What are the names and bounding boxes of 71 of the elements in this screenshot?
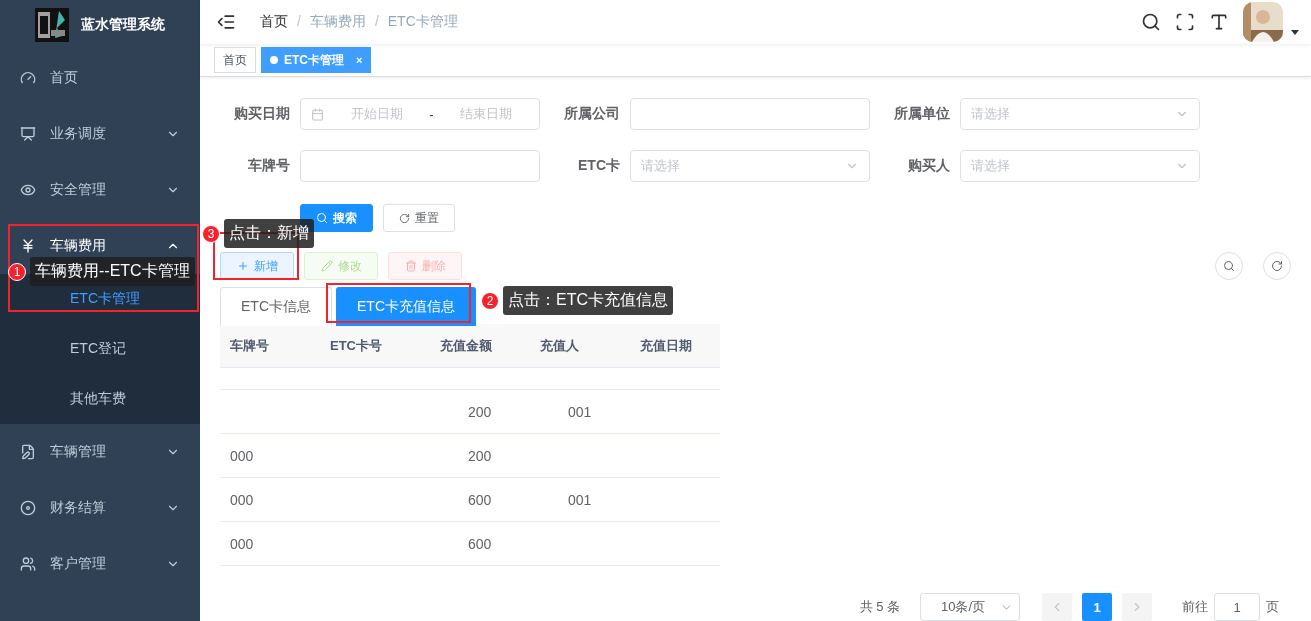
breadcrumb-link[interactable]: 首页 [260,13,288,31]
text-size-icon[interactable] [1209,12,1229,32]
app-title: 蓝水管理系统 [81,16,165,34]
column-header: 充值金额 [439,336,493,355]
table-cell-text: 200 [467,403,493,420]
pencil-icon [320,260,333,272]
field-label: 购买日期 [233,105,291,123]
table-cell-text: 001 [567,491,593,508]
monitor-icon [20,126,36,142]
yen-icon [20,238,36,254]
breadcrumb-separator: / [374,13,379,31]
reset-button[interactable]: 重置 [383,204,455,232]
calendar-icon [311,107,324,121]
menu-icon[interactable] [216,12,236,32]
step-number: 3 [202,224,220,243]
refresh-icon [399,212,410,224]
sidebar-subitem[interactable]: 其他车费 [0,374,200,424]
page-tag[interactable]: 首页 [214,47,256,73]
date-range-field[interactable]: 开始日期 - 结束日期 [300,98,540,130]
field-label: ETC卡 [577,157,621,175]
sidebar-item[interactable]: 安全管理 [0,162,200,218]
disc-icon [20,500,36,516]
sidebar-item[interactable]: 业务调度 [0,106,200,162]
column-header: 充值人 [539,336,580,355]
search-toggle-button[interactable] [1215,252,1243,280]
sidebar-subitem[interactable]: ETC登记 [0,324,200,374]
table-cell-text: 001 [567,403,593,420]
page-size-select[interactable]: 10条/页 [920,593,1020,621]
breadcrumb-separator: / [297,13,301,31]
field-label: 购买人 [907,157,951,175]
users-icon [20,556,36,572]
sidebar-item[interactable]: 财务结算 [0,480,200,536]
table-cell-text: 000 [229,491,255,508]
table-cell-text: 000 [229,447,255,464]
column-header: 车牌号 [229,336,270,355]
annotation-tooltip: 点击：ETC卡充值信息 [503,286,673,315]
refresh-icon [1271,260,1283,272]
total-count: 共 5 条 [859,598,900,616]
search-icon[interactable] [1141,12,1161,32]
annotation-tooltip: 点击：新增 [224,219,314,248]
page-suffix: 页 [1266,598,1279,616]
trash-icon [404,260,417,272]
search-icon [1223,260,1235,272]
annotation-tooltip: 车辆费用--ETC卡管理 [30,257,195,286]
column-header: ETC卡号 [329,336,383,355]
input-field[interactable] [300,150,540,182]
gauge-icon [20,70,36,86]
sidebar-item[interactable]: 车辆管理 [0,424,200,480]
file-icon [20,444,36,460]
plus-icon [236,260,249,272]
sidebar-item[interactable]: 客户管理 [0,536,200,592]
table-cell-text: 600 [467,491,493,508]
fullscreen-icon[interactable] [1175,12,1195,32]
eye-icon [20,182,36,198]
tab[interactable]: ETC卡信息 [220,287,332,326]
refresh-button[interactable] [1263,252,1291,280]
table-cell-text: 000 [229,535,255,552]
column-header: 充值日期 [639,336,693,355]
input-field[interactable] [630,98,870,130]
step-number: 2 [481,291,499,310]
table-cell-text: 600 [467,535,493,552]
page-input[interactable]: 1 [1214,593,1260,621]
field-label: 所属单位 [893,105,951,123]
field-label: 车牌号 [247,157,291,175]
field-label: 所属公司 [563,105,621,123]
table-cell-text: 200 [467,447,493,464]
sidebar-item[interactable]: 首页 [0,50,200,106]
status-dot [270,56,278,64]
goto-label: 前往 [1182,598,1208,616]
caret-down-icon[interactable] [1291,29,1299,35]
search-icon [316,212,328,224]
